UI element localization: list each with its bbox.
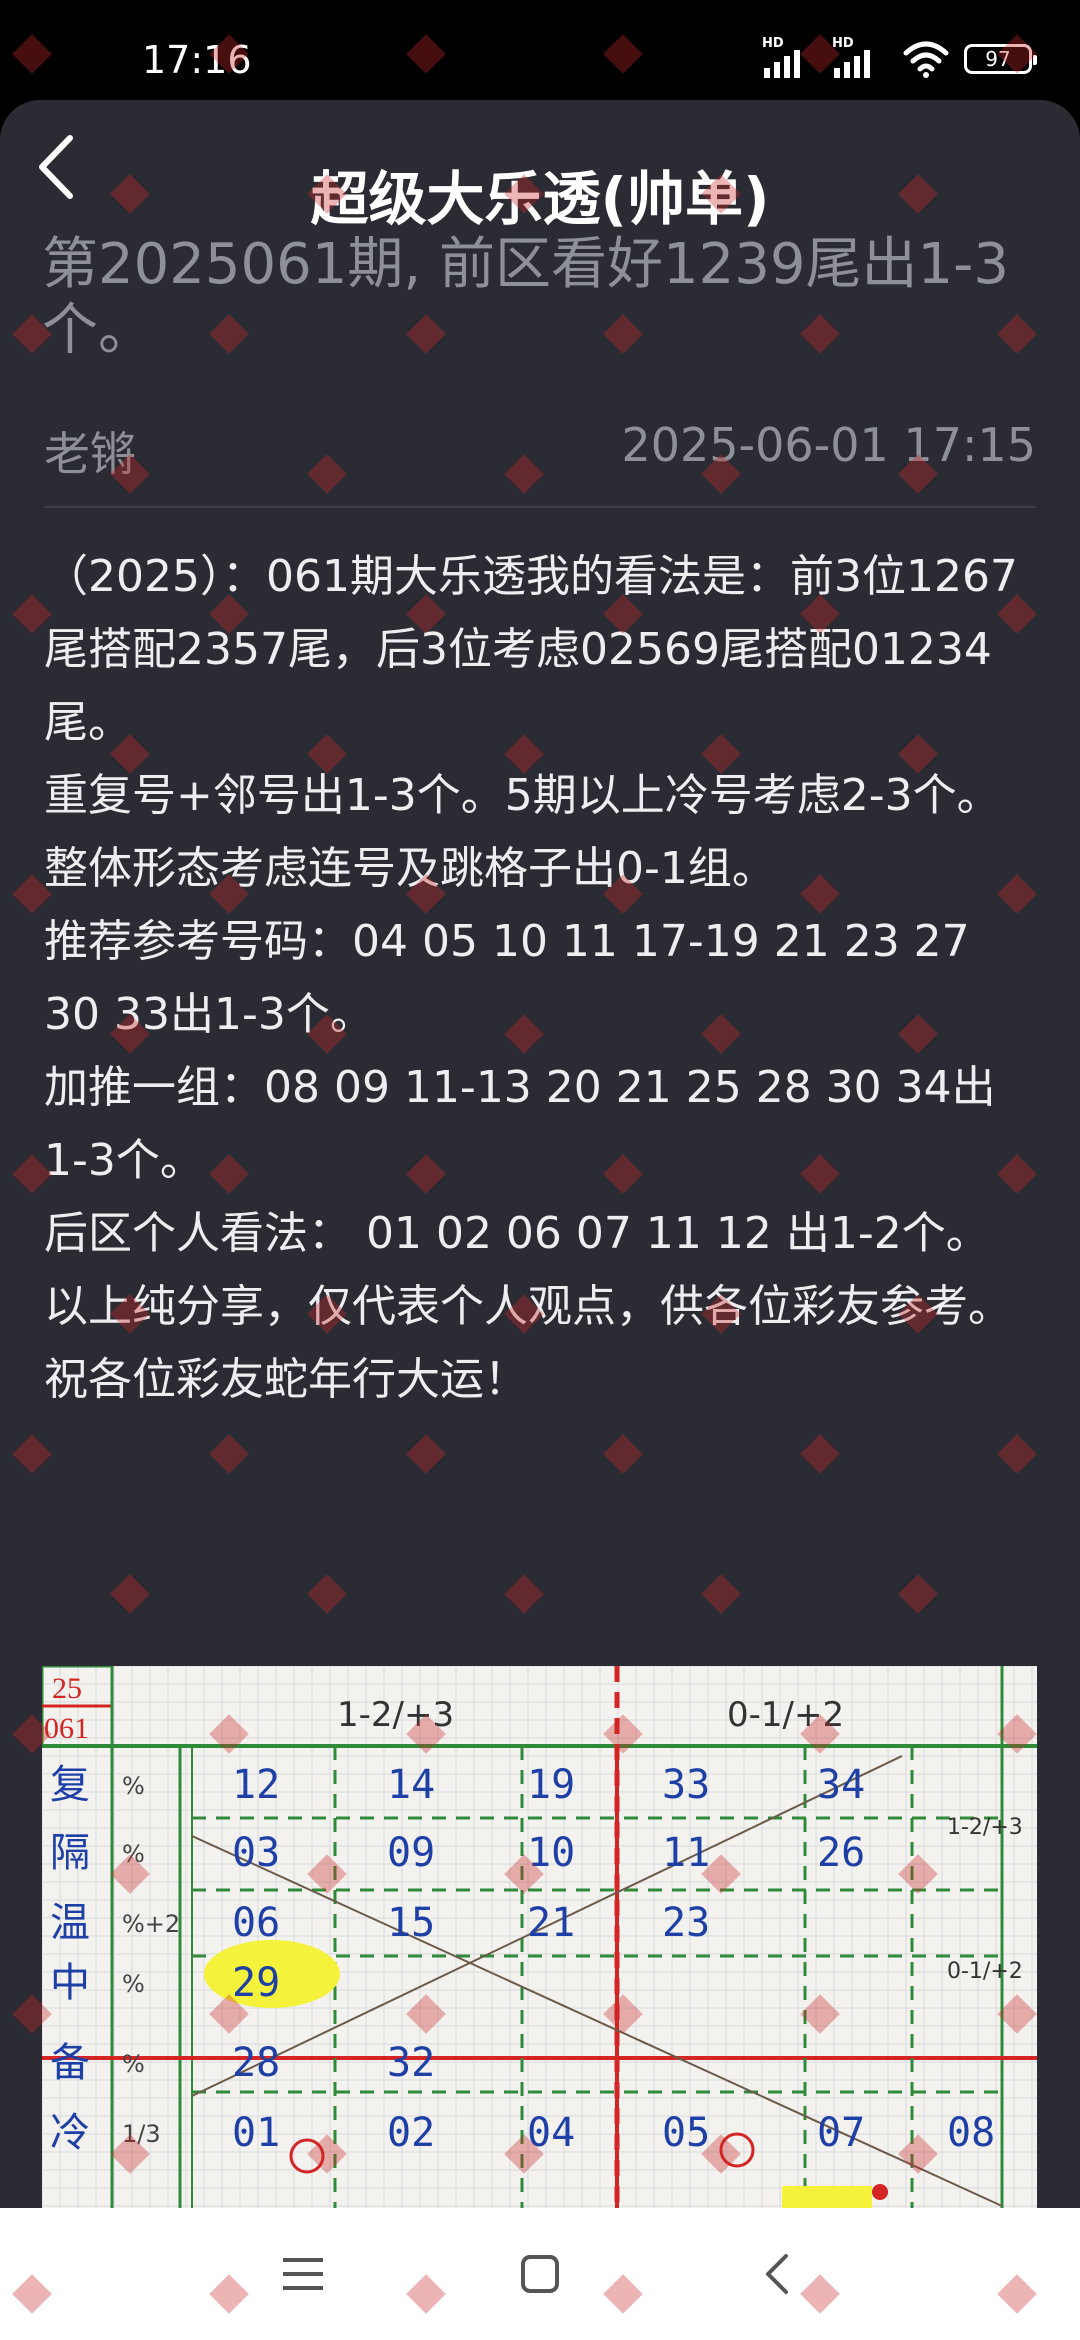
sheet-number: 21 [527,1900,575,1946]
sheet-number: 03 [232,1830,280,1876]
back-icon [766,2254,788,2294]
home-icon [521,2255,559,2293]
sheet-row-frac: % [122,1970,145,1998]
sheet-number: 29 [232,1960,280,2006]
wifi-icon [903,41,949,78]
sheet-number: 23 [662,1900,710,1946]
sheet-row-label: 隔 [50,1830,90,1876]
sheet-number: 09 [387,1830,435,1876]
lottery-sheet-image[interactable]: 25 061 1-2/+3 0-1/+2 复% 隔% 温 %+2 中% 备% 冷 1/3 12… [42,1666,1037,2208]
sheet-number: 08 [947,2110,995,2156]
sheet-number: 14 [387,1762,435,1808]
sheet-row-label: 备 [50,2040,90,2086]
sheet-row-label: 中 [50,1960,90,2006]
divider [44,506,1036,508]
signal-icon-2: HD [832,36,888,82]
sheet-row-label: 冷 [50,2110,90,2156]
sheet-number: 19 [527,1762,575,1808]
sheet-row-label: 复 [50,1762,90,1808]
article-body: （2025）：061期大乐透我的看法是：前3位1267尾搭配2357尾，后3位考… [44,540,1034,1416]
status-bar: 17:16 HD HD 97 [0,0,1080,96]
sheet-number: 12 [232,1762,280,1808]
sheet-drawing: 25 061 1-2/+3 0-1/+2 复 %隔 %温 %+2中 %备 %冷 1/3 12… [42,1666,1037,2208]
sheet-number: 33 [662,1762,710,1808]
paragraph: （2025）：061期大乐透我的看法是：前3位1267尾搭配2357尾，后3位考… [44,551,1018,748]
sheet-number: 34 [817,1762,865,1808]
sheet-number: 07 [817,2110,865,2156]
sheet-row-frac: %+2 [122,1910,180,1938]
paragraph: 祝各位彩友蛇年行大运！ [44,1354,528,1405]
status-icons: HD HD 97 [762,36,1037,82]
sheet-number: 01 [232,2110,280,2156]
paragraph: 加推一组：08 09 11-13 20 21 25 28 30 34出1-3个。 [44,1062,996,1186]
paragraph: 以上纯分享，仅代表个人观点，供各位彩友参考。 [44,1281,1012,1332]
side-note-top: 1-2/+3 [947,1815,1023,1840]
home-button[interactable] [480,2208,600,2340]
sheet-row-frac: % [122,1772,145,1800]
sheet-number: 05 [662,2110,710,2156]
sheet-number: 28 [232,2040,280,2086]
sheet-number: 32 [387,2040,435,2086]
sheet-issue: 061 [44,1712,89,1745]
paragraph: 整体形态考虑连号及跳格子出0-1组。 [44,843,776,894]
side-note-mid: 0-1/+2 [947,1959,1023,1984]
menu-button[interactable] [243,2208,363,2340]
sheet-number: 02 [387,2110,435,2156]
menu-icon [283,2258,323,2290]
sheet-number: 11 [662,1830,710,1876]
sheet-number: 06 [232,1900,280,1946]
hd-label: HD [762,36,784,51]
sheet-row-label: 温 [50,1900,90,1946]
system-nav-bar [0,2208,1080,2340]
sheet-number: 15 [387,1900,435,1946]
sheet-number: 26 [817,1830,865,1876]
article-title: 第2025061期, 前区看好1239尾出1-3个。 [42,232,1009,363]
paragraph: 后区个人看法： 01 02 06 07 11 12 出1-2个。 [44,1208,990,1259]
publish-time: 2025-06-01 17:15 [621,418,1036,472]
sheet-year: 25 [52,1672,82,1705]
paragraph: 重复号+邻号出1-3个。5期以上冷号考虑2-3个。 [44,770,1001,821]
sheet-row-frac: % [122,2050,145,2078]
